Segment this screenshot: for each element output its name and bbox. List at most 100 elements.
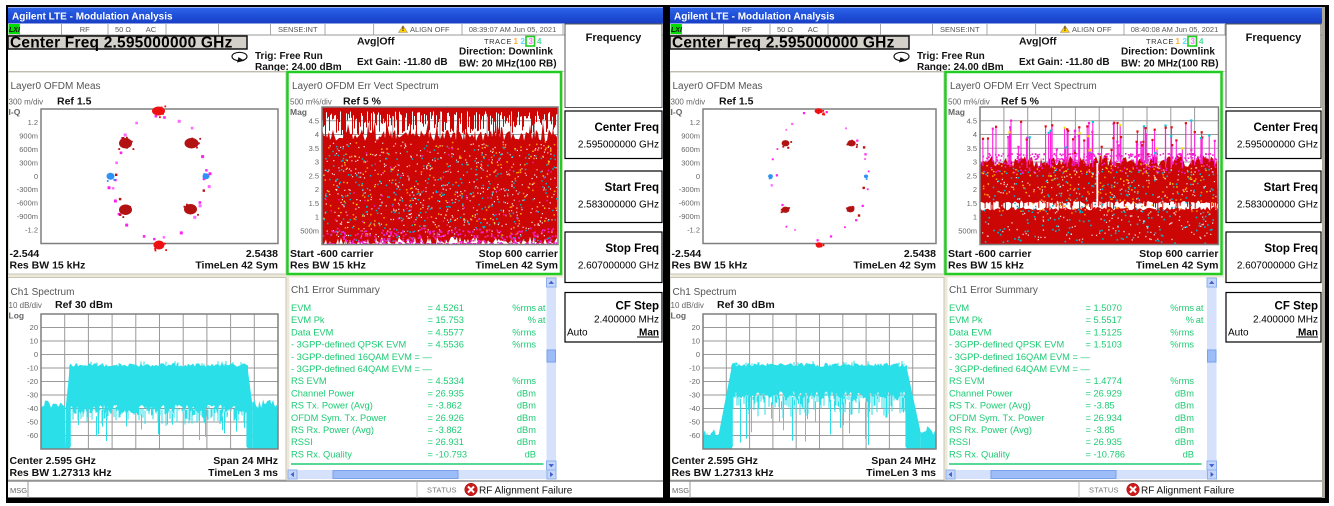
svg-text:Layer0 OFDM Err Vect Spectrum: Layer0 OFDM Err Vect Spectrum	[292, 81, 439, 92]
svg-text:Trig: Free Run: Trig: Free Run	[917, 51, 985, 62]
svg-text:Ref 5 %: Ref 5 %	[1001, 96, 1040, 108]
svg-text:dBm: dBm	[1175, 425, 1194, 435]
svg-text:RF: RF	[80, 25, 90, 34]
svg-text:= 26.935: = 26.935	[428, 388, 464, 398]
svg-text:Center Freq 2.595000000 GHz: Center Freq 2.595000000 GHz	[672, 35, 895, 52]
svg-text:Data EVM: Data EVM	[291, 327, 333, 337]
svg-text:Res BW 1.27313 kHz: Res BW 1.27313 kHz	[672, 467, 774, 479]
svg-text:dBm: dBm	[517, 401, 536, 411]
svg-text:RF Alignment Failure: RF Alignment Failure	[479, 486, 573, 497]
svg-text:MSG: MSG	[672, 486, 689, 495]
svg-text:Ch1 Spectrum: Ch1 Spectrum	[11, 287, 75, 298]
svg-text:RS EVM: RS EVM	[949, 376, 985, 386]
svg-text:dBm: dBm	[517, 413, 536, 423]
svg-text:%rms: %rms	[1170, 327, 1194, 337]
svg-text:4.5: 4.5	[967, 116, 977, 125]
svg-text:2.5438: 2.5438	[904, 248, 936, 260]
svg-text:Direction: Downlink: Direction: Downlink	[459, 47, 553, 58]
svg-text:Ch1 Error Summary: Ch1 Error Summary	[949, 285, 1038, 296]
svg-text:MSG: MSG	[10, 486, 27, 495]
svg-text:Center 2.595 GHz: Center 2.595 GHz	[672, 455, 758, 467]
svg-text:1: 1	[514, 37, 519, 46]
svg-text:RS Rx. Power (Avg): RS Rx. Power (Avg)	[291, 425, 374, 435]
svg-text:EVM Pk: EVM Pk	[291, 315, 325, 325]
svg-text:= 26.934: = 26.934	[1086, 413, 1122, 423]
svg-text:Center Freq: Center Freq	[594, 122, 659, 134]
svg-text:Layer0 OFDM Meas: Layer0 OFDM Meas	[11, 81, 101, 92]
svg-text:2: 2	[973, 185, 977, 194]
svg-text:1: 1	[1176, 37, 1181, 46]
svg-text:Res BW 15 kHz: Res BW 15 kHz	[10, 260, 86, 272]
svg-text:= -3.85: = -3.85	[1086, 425, 1115, 435]
svg-text:Log: Log	[671, 311, 687, 321]
svg-text:Center Freq 2.595000000 GHz: Center Freq 2.595000000 GHz	[10, 35, 233, 52]
svg-text:TimeLen 42 Sym: TimeLen 42 Sym	[853, 260, 936, 272]
svg-text:%rms: %rms	[512, 327, 536, 337]
svg-text:I-Q: I-Q	[671, 107, 683, 117]
svg-text:500 m%/div: 500 m%/div	[948, 98, 990, 107]
svg-text:TimeLen 3 ms: TimeLen 3 ms	[208, 467, 278, 479]
svg-text:4.5: 4.5	[309, 116, 319, 125]
svg-text:TRACE: TRACE	[1146, 37, 1174, 46]
svg-text:EVM: EVM	[949, 303, 969, 313]
svg-text:500m: 500m	[958, 226, 977, 235]
svg-text:2.595000000 GHz: 2.595000000 GHz	[578, 140, 659, 151]
svg-text:BW: 20 MHz(100 RB): BW: 20 MHz(100 RB)	[1121, 59, 1219, 70]
svg-text:dBm: dBm	[1175, 413, 1194, 423]
svg-text:I-Q: I-Q	[9, 107, 21, 117]
svg-text:= -10.786: = -10.786	[1086, 449, 1126, 459]
svg-text:TRACE: TRACE	[484, 37, 512, 46]
svg-text:-300m: -300m	[17, 185, 38, 194]
svg-text:2: 2	[315, 185, 319, 194]
svg-text:20: 20	[30, 323, 38, 332]
svg-text:-40: -40	[27, 404, 38, 413]
svg-text:EVM: EVM	[291, 303, 311, 313]
svg-text:%rms: %rms	[1170, 303, 1194, 313]
svg-text:2.400000 MHz: 2.400000 MHz	[1253, 315, 1318, 326]
svg-text:RS Rx. Quality: RS Rx. Quality	[949, 449, 1010, 459]
svg-text:dBm: dBm	[1175, 388, 1194, 398]
svg-text:%rms: %rms	[512, 340, 536, 350]
svg-text:Res BW 15 kHz: Res BW 15 kHz	[672, 260, 748, 272]
svg-text:%rms: %rms	[1170, 340, 1194, 350]
svg-text:2.5438: 2.5438	[246, 248, 278, 260]
svg-text:Layer0 OFDM Meas: Layer0 OFDM Meas	[673, 81, 763, 92]
svg-text:3.5: 3.5	[309, 144, 319, 153]
svg-text:2.583000000 GHz: 2.583000000 GHz	[1237, 200, 1318, 211]
svg-text:300m: 300m	[19, 158, 38, 167]
svg-text:= -10.793: = -10.793	[428, 449, 468, 459]
svg-text:2.595000000 GHz: 2.595000000 GHz	[1237, 140, 1318, 151]
svg-text:at: at	[1196, 315, 1204, 325]
svg-text:- 3GPP-defined QPSK EVM: - 3GPP-defined QPSK EVM	[949, 340, 1064, 350]
svg-text:Start -600 carrier: Start -600 carrier	[290, 248, 373, 260]
svg-text:1: 1	[315, 213, 319, 222]
svg-text:- 3GPP-defined 64QAM EVM = —: - 3GPP-defined 64QAM EVM = —	[291, 364, 433, 374]
svg-text:3: 3	[315, 158, 319, 167]
svg-text:Auto: Auto	[567, 328, 588, 339]
svg-text:RF Alignment Failure: RF Alignment Failure	[1141, 486, 1235, 497]
svg-text:500m: 500m	[300, 226, 319, 235]
svg-text:-30: -30	[27, 391, 38, 400]
svg-text:-20: -20	[27, 377, 38, 386]
svg-text:Stop 600 carrier: Stop 600 carrier	[1139, 248, 1218, 260]
svg-text:1: 1	[973, 213, 977, 222]
svg-text:RS Tx. Power (Avg): RS Tx. Power (Avg)	[291, 401, 373, 411]
svg-text:1.2: 1.2	[28, 118, 38, 127]
svg-text:RS EVM: RS EVM	[291, 376, 327, 386]
svg-text:Ref 1.5: Ref 1.5	[57, 96, 92, 108]
svg-text:dBm: dBm	[1175, 401, 1194, 411]
svg-text:Agilent LTE - Modulation Analy: Agilent LTE - Modulation Analysis	[12, 12, 173, 23]
svg-text:CF Step: CF Step	[1275, 301, 1318, 313]
svg-text:at: at	[1196, 303, 1204, 313]
svg-text:CF Step: CF Step	[616, 301, 659, 313]
svg-text:SENSE:INT: SENSE:INT	[278, 25, 318, 34]
svg-text:-60: -60	[27, 431, 38, 440]
svg-text:Mag: Mag	[948, 107, 965, 117]
svg-text:0: 0	[34, 350, 38, 359]
svg-text:Res BW 1.27313 kHz: Res BW 1.27313 kHz	[10, 467, 112, 479]
svg-text:-50: -50	[689, 418, 700, 427]
svg-text:= 4.5577: = 4.5577	[428, 327, 464, 337]
svg-text:4: 4	[1199, 37, 1204, 46]
svg-text:Res BW 15 kHz: Res BW 15 kHz	[290, 260, 366, 272]
svg-text:TimeLen 42 Sym: TimeLen 42 Sym	[195, 260, 278, 272]
